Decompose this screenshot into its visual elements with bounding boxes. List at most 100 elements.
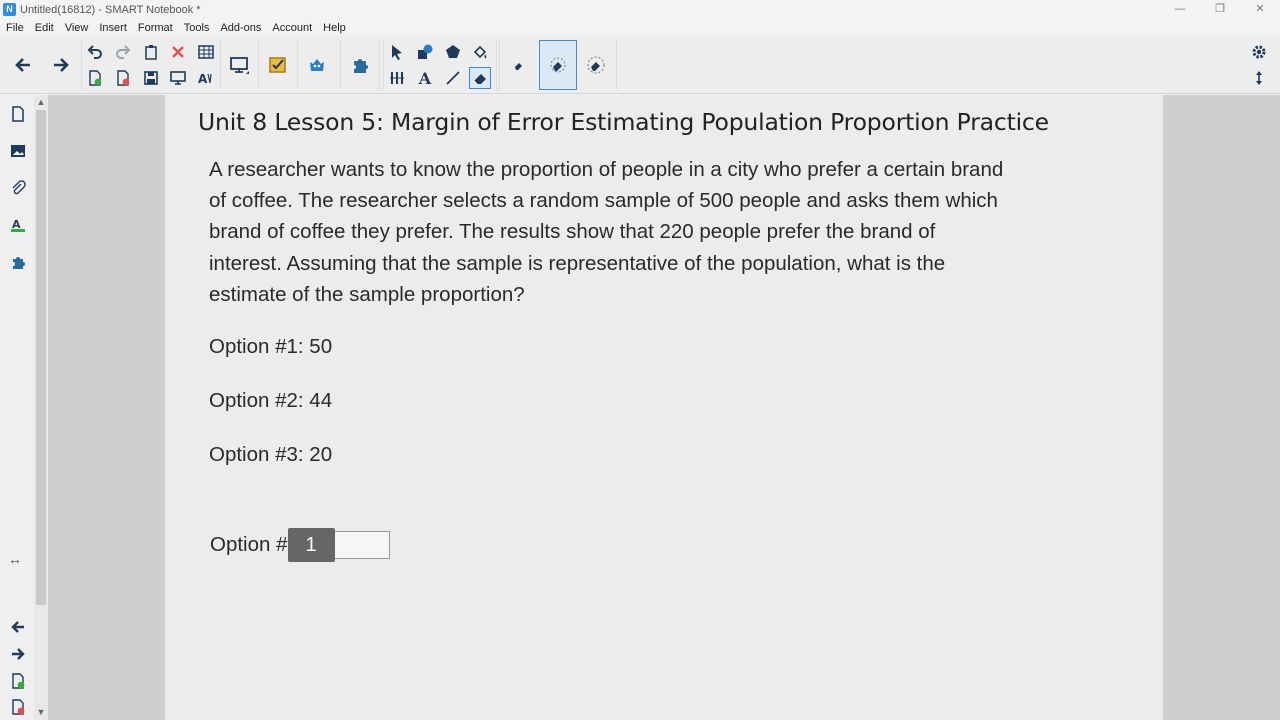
- eraser-large-button[interactable]: [579, 42, 613, 88]
- addons-puzzle-icon: [13, 257, 25, 269]
- answer-value[interactable]: 1: [287, 528, 335, 562]
- side-panel-tabs: A ↔: [0, 95, 34, 720]
- option-2[interactable]: Option #2: 44: [209, 389, 332, 413]
- svg-text:A: A: [198, 72, 208, 86]
- restore-button[interactable]: ❐: [1200, 0, 1240, 19]
- puzzle-piece-icon: [354, 59, 368, 73]
- redo-button[interactable]: [112, 41, 134, 63]
- scroll-down-arrow[interactable]: ▼: [34, 705, 48, 719]
- spell-check-button[interactable]: A: [195, 67, 217, 89]
- panel-resize-handle[interactable]: ↔: [8, 551, 22, 567]
- close-button[interactable]: ✕: [1240, 0, 1280, 19]
- delete-page-button[interactable]: [112, 67, 134, 89]
- menu-addons[interactable]: Add-ons: [220, 22, 261, 34]
- sidebar-previous-page-button[interactable]: [7, 616, 29, 638]
- add-page-button[interactable]: [84, 67, 106, 89]
- shapes-icon: [418, 44, 433, 59]
- add-page-icon: [89, 70, 102, 86]
- properties-icon: A: [11, 218, 25, 232]
- eraser-icon: [473, 74, 486, 85]
- screen-icon: [170, 71, 186, 85]
- arrow-left-icon: [11, 621, 24, 633]
- activity-builder-button[interactable]: [261, 42, 295, 88]
- paste-button[interactable]: [140, 41, 162, 63]
- fill-tool-button[interactable]: [469, 41, 491, 63]
- paste-icon: [145, 45, 157, 60]
- main-toolbar: A A: [0, 36, 1280, 94]
- menu-edit[interactable]: Edit: [35, 22, 54, 34]
- window-title: Untitled(16812) - SMART Notebook *: [20, 3, 201, 16]
- large-eraser-icon: [587, 56, 605, 74]
- save-button[interactable]: [140, 67, 162, 89]
- question-text[interactable]: A researcher wants to know the proportio…: [209, 154, 1009, 310]
- shapes-tool-button[interactable]: [414, 41, 436, 63]
- answer-label: Option #: [210, 533, 288, 556]
- page-sorter-tab[interactable]: [7, 103, 29, 125]
- regular-polygon-tool-button[interactable]: [442, 41, 464, 63]
- side-scrollbar-thumb[interactable]: [36, 110, 46, 605]
- spell-check-icon: A: [198, 72, 212, 86]
- title-bar: N Untitled(16812) - SMART Notebook * — ❐…: [0, 0, 1280, 19]
- undo-icon: [87, 45, 102, 59]
- paint-bucket-icon: [473, 45, 487, 59]
- page-icon: [12, 106, 24, 122]
- answer-input[interactable]: 1: [287, 528, 390, 562]
- text-tool-button[interactable]: A: [414, 67, 436, 89]
- add-page-icon: [12, 673, 25, 689]
- sidebar-next-page-button[interactable]: [7, 643, 29, 665]
- page-title[interactable]: Unit 8 Lesson 5: Margin of Error Estimat…: [198, 108, 1049, 136]
- small-eraser-icon: [515, 63, 522, 70]
- menu-account[interactable]: Account: [272, 22, 312, 34]
- table-button[interactable]: [195, 41, 217, 63]
- properties-button[interactable]: [1248, 41, 1270, 63]
- smart-notebook-app-icon: N: [3, 3, 16, 16]
- addons-tab[interactable]: [7, 251, 29, 273]
- line-icon: [446, 71, 460, 85]
- next-page-button[interactable]: [44, 42, 78, 88]
- display-screen-button[interactable]: [222, 42, 256, 88]
- medium-eraser-icon: [550, 57, 566, 73]
- notebook-page[interactable]: Unit 8 Lesson 5: Margin of Error Estimat…: [165, 95, 1163, 720]
- eraser-tool-button[interactable]: [469, 67, 491, 89]
- menu-view[interactable]: View: [65, 22, 89, 34]
- addons-button[interactable]: [343, 42, 377, 88]
- cursor-arrow-icon: [392, 45, 402, 60]
- properties-tab[interactable]: A: [7, 214, 29, 236]
- previous-page-button[interactable]: [6, 42, 40, 88]
- gallery-image-icon: [11, 145, 25, 157]
- option-3[interactable]: Option #3: 20: [209, 443, 332, 467]
- save-disk-icon: [144, 71, 158, 85]
- table-icon: [198, 45, 214, 59]
- eraser-small-button[interactable]: [502, 42, 536, 88]
- sidebar-delete-page-button[interactable]: [7, 696, 29, 718]
- monster-icon: [310, 59, 324, 71]
- arrow-right-icon: [12, 648, 25, 660]
- menu-tools[interactable]: Tools: [184, 22, 210, 34]
- window-controls: — ❐ ✕: [1160, 0, 1280, 19]
- delete-page-icon: [117, 70, 130, 86]
- polygon-icon: [446, 45, 460, 58]
- option-1[interactable]: Option #1: 50: [209, 335, 332, 359]
- lab-activities-button[interactable]: [300, 42, 334, 88]
- minimize-button[interactable]: —: [1160, 0, 1200, 19]
- answer-input-field[interactable]: [334, 531, 390, 559]
- full-screen-button[interactable]: [167, 67, 189, 89]
- measurement-tools-button[interactable]: [386, 67, 408, 89]
- delete-button[interactable]: [167, 41, 189, 63]
- menu-bar: File Edit View Insert Format Tools Add-o…: [0, 19, 1280, 36]
- scroll-up-arrow[interactable]: ▲: [34, 95, 48, 109]
- paperclip-icon: [12, 180, 26, 195]
- menu-file[interactable]: File: [6, 22, 24, 34]
- menu-help[interactable]: Help: [323, 22, 346, 34]
- menu-format[interactable]: Format: [138, 22, 173, 34]
- undo-button[interactable]: [84, 41, 106, 63]
- arrow-right-icon: [54, 58, 69, 72]
- sidebar-add-page-button[interactable]: [7, 670, 29, 692]
- gallery-tab[interactable]: [7, 140, 29, 162]
- attachments-tab[interactable]: [7, 177, 29, 199]
- line-tool-button[interactable]: [442, 67, 464, 89]
- toolbar-position-button[interactable]: [1248, 67, 1270, 89]
- menu-insert[interactable]: Insert: [99, 22, 127, 34]
- eraser-medium-button[interactable]: [539, 40, 577, 90]
- select-tool-button[interactable]: [386, 41, 408, 63]
